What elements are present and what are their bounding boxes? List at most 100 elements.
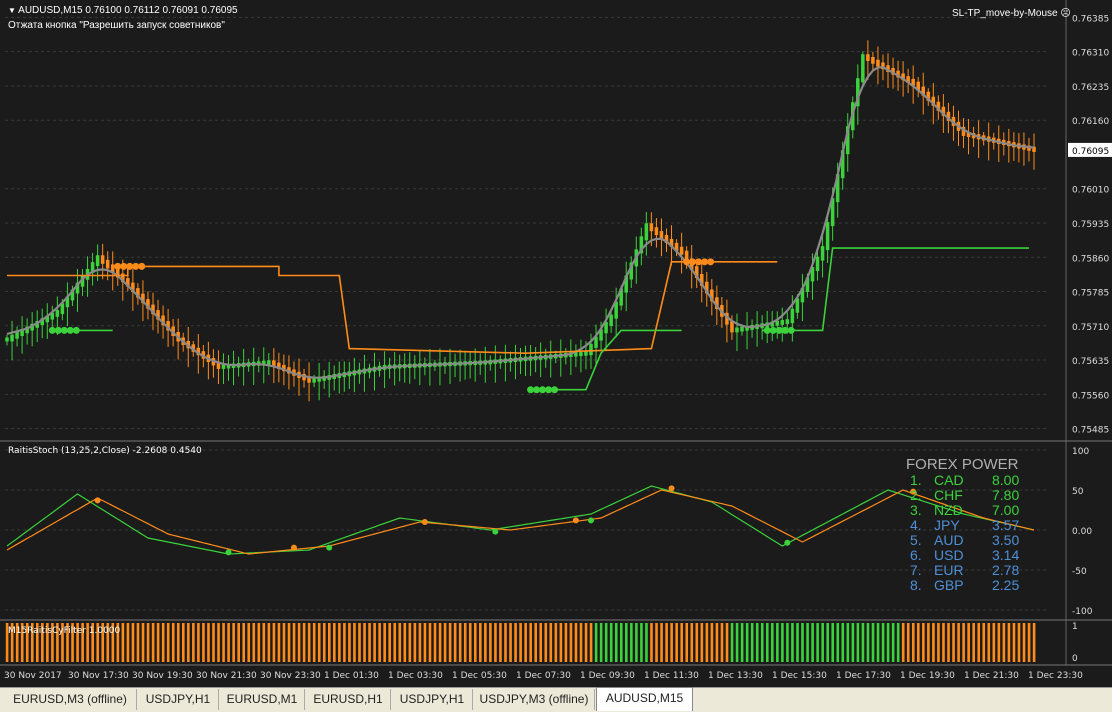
filter-bar bbox=[630, 623, 633, 662]
filter-bar bbox=[640, 623, 643, 662]
filter-bar bbox=[942, 623, 945, 662]
chart-tab[interactable]: EURUSD,H1 bbox=[306, 689, 391, 710]
filter-bar bbox=[197, 623, 200, 662]
filter-bar bbox=[776, 623, 779, 662]
filter-bar bbox=[579, 623, 583, 662]
filter-bar bbox=[781, 623, 784, 662]
chart-tab[interactable]: USDJPY,M3 (offline) bbox=[474, 689, 595, 710]
filter-bar bbox=[901, 623, 905, 662]
filter-bar bbox=[423, 623, 427, 662]
time-tick-label: 1 Dec 17:30 bbox=[836, 671, 891, 681]
filter-bar bbox=[182, 623, 185, 662]
forex-power-row: 1. CAD 8.00 bbox=[906, 473, 1036, 488]
filter-bar bbox=[333, 623, 336, 662]
filter-bar bbox=[715, 623, 719, 662]
filter-bar bbox=[126, 623, 130, 662]
filter-bar bbox=[675, 623, 678, 662]
chart-tab[interactable]: USDJPY,H1 bbox=[392, 689, 473, 710]
filter-bar bbox=[584, 623, 588, 662]
oscillator-marker bbox=[784, 539, 791, 546]
filter-bar bbox=[831, 623, 835, 662]
filter-bar bbox=[514, 623, 517, 662]
filter-bar bbox=[645, 623, 648, 662]
forex-power-currency: EUR bbox=[934, 562, 964, 578]
forex-power-currency: CAD bbox=[934, 472, 964, 488]
signal-dot bbox=[114, 262, 122, 270]
filter-bar bbox=[262, 623, 266, 662]
filter-bar bbox=[247, 623, 251, 662]
time-tick-label: 1 Dec 01:30 bbox=[324, 671, 379, 681]
signal-dot bbox=[775, 326, 783, 334]
filter-bar bbox=[307, 623, 311, 662]
oscillator-marker bbox=[668, 485, 675, 492]
filter-bar bbox=[549, 623, 553, 662]
price-tick-label: 0.76310 bbox=[1072, 49, 1109, 59]
signal-dot bbox=[545, 386, 553, 394]
oscillator-marker bbox=[94, 497, 101, 504]
filter-bar bbox=[876, 623, 880, 662]
chart-tab[interactable]: AUDUSD,M15 bbox=[596, 687, 693, 711]
chart-tabs: EURUSD,M3 (offline) USDJPY,H1 EURUSD,M1 EUR… bbox=[0, 687, 1112, 712]
filter-bar bbox=[207, 623, 210, 662]
filter-bar bbox=[796, 623, 799, 662]
filter-bar bbox=[680, 623, 683, 662]
osc-tick-label: 50 bbox=[1072, 487, 1084, 497]
filter-bar bbox=[881, 623, 885, 662]
forex-power-rank: 8. bbox=[910, 577, 922, 593]
candle-body bbox=[679, 246, 684, 255]
filter-bar bbox=[559, 623, 563, 662]
time-tick-label: 30 Nov 23:30 bbox=[260, 671, 321, 681]
forex-power-table: FOREX POWER 1. CAD 8.00 2. CHF 7.80 3. NZD 7.00 4… bbox=[906, 456, 1036, 593]
filter-bar bbox=[368, 623, 371, 662]
filter-bar bbox=[977, 623, 981, 662]
filter-bar bbox=[886, 623, 890, 662]
chart-tab[interactable]: EURUSD,M1 bbox=[220, 689, 305, 710]
filter-bar bbox=[302, 623, 306, 662]
filter-bar bbox=[121, 623, 125, 662]
signal-dot bbox=[695, 258, 703, 266]
filter-bar bbox=[378, 623, 381, 662]
filter-bar bbox=[972, 623, 975, 662]
signal-dot bbox=[54, 326, 62, 334]
filter-bar bbox=[896, 623, 900, 662]
candle-body bbox=[866, 54, 870, 61]
candle-body bbox=[10, 334, 14, 342]
price-panel[interactable]: 0.76385 0.76310 0.76235 0.76160 0.76095 0.760… bbox=[0, 0, 1112, 440]
forex-power-rank: 1. bbox=[910, 472, 922, 488]
filter-bar bbox=[952, 623, 955, 662]
price-tick-label: 0.75860 bbox=[1072, 254, 1109, 264]
time-tick-label: 1 Dec 07:30 bbox=[516, 671, 571, 681]
filter-panel[interactable]: M15RaitisCyFilter 1.0000 1 0 bbox=[0, 619, 1112, 664]
filter-bar bbox=[212, 623, 215, 662]
chart-tab[interactable]: EURUSD,M3 (offline) bbox=[4, 689, 137, 710]
filter-bar bbox=[690, 623, 694, 662]
filter-bar bbox=[917, 623, 920, 662]
filter-bar bbox=[730, 623, 734, 662]
filter-bar bbox=[433, 623, 437, 662]
candle-body bbox=[100, 255, 105, 264]
chart-tab[interactable]: USDJPY,H1 bbox=[138, 689, 219, 710]
triangle-down-icon[interactable]: ▼ bbox=[8, 6, 16, 15]
filter-bar bbox=[619, 623, 623, 662]
time-tick-label: 1 Dec 05:30 bbox=[452, 671, 507, 681]
forex-power-currency: NZD bbox=[934, 502, 963, 518]
candle-body bbox=[105, 259, 110, 269]
candle-body bbox=[861, 54, 865, 83]
filter-bar bbox=[484, 623, 487, 662]
candle-body bbox=[825, 222, 830, 251]
filter-bar bbox=[136, 623, 140, 662]
time-tick-label: 30 Nov 2017 bbox=[4, 671, 62, 681]
price-tick-label: 0.75635 bbox=[1072, 357, 1109, 367]
filter-bar bbox=[997, 623, 1001, 662]
candle-body bbox=[579, 351, 583, 357]
filter-bar bbox=[1022, 623, 1026, 662]
filter-bar bbox=[911, 623, 915, 662]
filter-bar bbox=[222, 623, 225, 662]
filter-bar bbox=[171, 623, 175, 662]
filter-bar bbox=[489, 623, 492, 662]
time-tick-label: 30 Nov 19:30 bbox=[132, 671, 193, 681]
filter-bar bbox=[1007, 623, 1011, 662]
filter-bar bbox=[589, 623, 593, 662]
filter-bar bbox=[614, 623, 618, 662]
signal-dot bbox=[66, 326, 74, 334]
